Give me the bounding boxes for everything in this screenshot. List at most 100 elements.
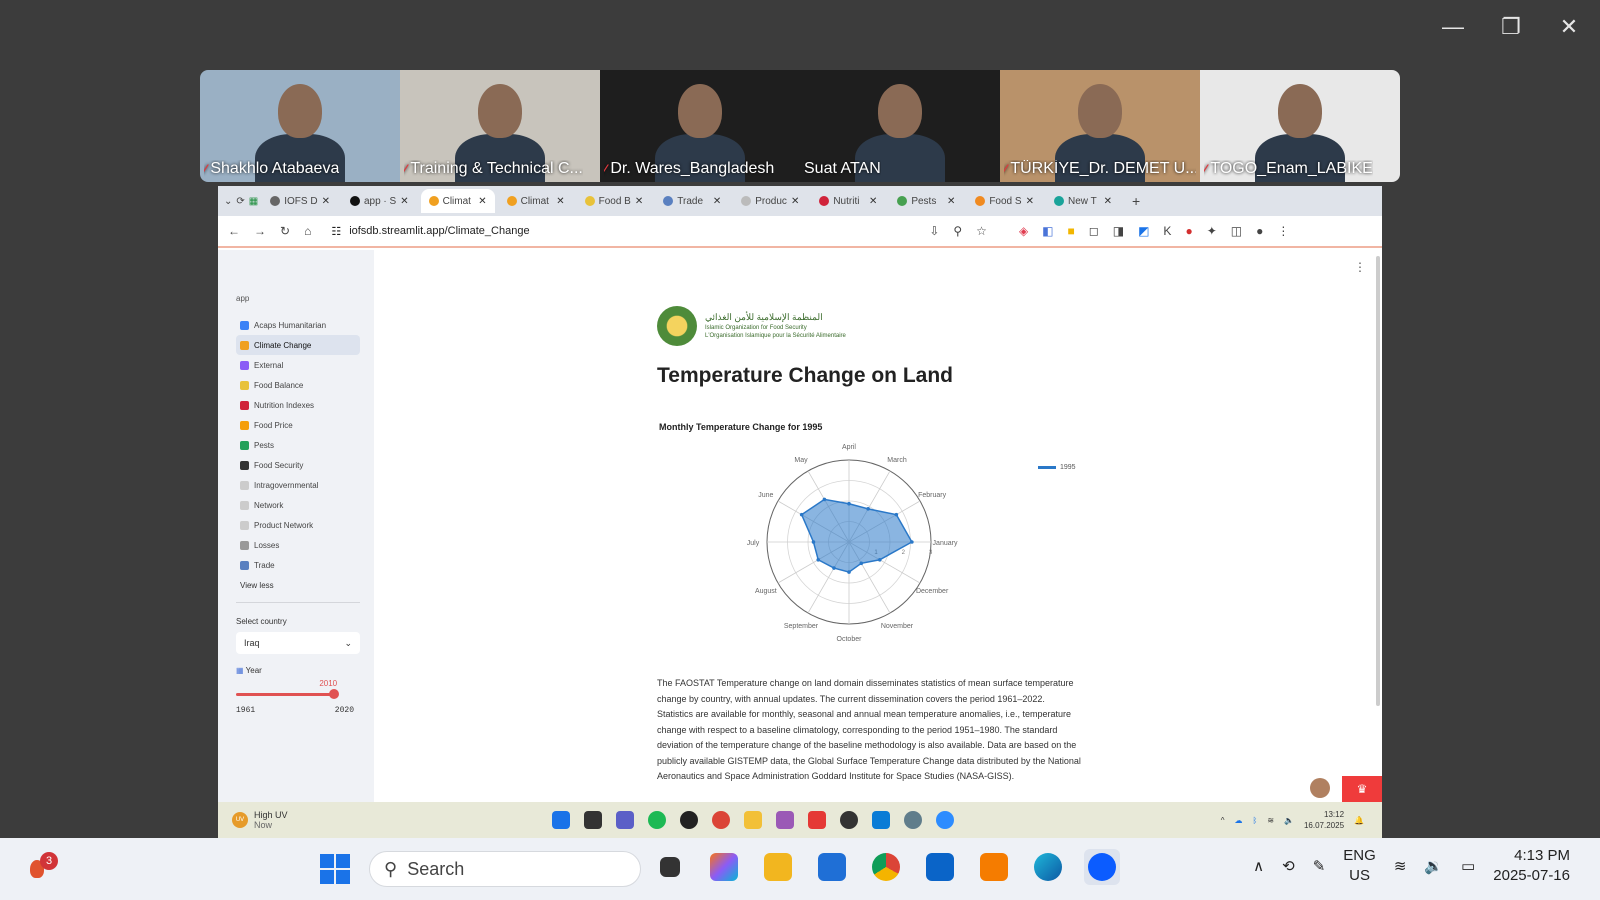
close-tab-icon[interactable]: ✕: [713, 196, 721, 207]
sidebar-item[interactable]: Intragovernmental: [236, 475, 360, 495]
close-tab-icon[interactable]: ✕: [947, 196, 955, 207]
github-icon[interactable]: [840, 811, 858, 829]
avatar[interactable]: [1310, 778, 1330, 798]
file-explorer-icon[interactable]: [760, 849, 796, 885]
sidebar-item[interactable]: External: [236, 355, 360, 375]
close-tab-icon[interactable]: ✕: [478, 196, 486, 207]
screenshot-icon[interactable]: ◫: [1231, 224, 1242, 238]
home-icon[interactable]: ⌂: [304, 224, 311, 238]
language-indicator[interactable]: ENG US: [1343, 846, 1376, 886]
browser-tab[interactable]: Climat ✕: [499, 189, 573, 213]
reader-icon[interactable]: ◨: [1113, 224, 1124, 238]
weather-widget[interactable]: UV High UV Now: [232, 810, 532, 830]
bluetooth-icon[interactable]: ᛒ: [1253, 816, 1258, 825]
explorer-icon[interactable]: [744, 811, 762, 829]
close-tab-icon[interactable]: ✕: [556, 196, 564, 207]
outlook-icon[interactable]: [922, 849, 958, 885]
taskbar-clock[interactable]: 4:13 PM 2025-07-16: [1493, 846, 1570, 886]
sidebar-item[interactable]: Pests: [236, 435, 360, 455]
browser-tab[interactable]: Trade ✕: [655, 189, 729, 213]
zoom-app-icon[interactable]: [1084, 849, 1120, 885]
edge-icon[interactable]: [1030, 849, 1066, 885]
chart-legend[interactable]: 1995: [1038, 464, 1076, 471]
scrollbar[interactable]: [1376, 256, 1380, 706]
close-tab-icon[interactable]: ✕: [400, 196, 408, 207]
zoom-small-icon[interactable]: [936, 811, 954, 829]
close-tab-icon[interactable]: ✕: [1104, 196, 1112, 207]
reload-extension-icon[interactable]: ⟳: [236, 196, 244, 207]
teams-icon[interactable]: [616, 811, 634, 829]
start-button[interactable]: [320, 854, 350, 884]
new-tab-icon[interactable]: +: [1132, 193, 1140, 209]
volume-icon[interactable]: 🔉: [1424, 857, 1443, 875]
browser-tab[interactable]: Climat ✕: [420, 189, 495, 213]
close-icon[interactable]: ✕: [1558, 14, 1580, 40]
browser-tab[interactable]: Produc ✕: [733, 189, 807, 213]
taskbar-search[interactable]: ⚲ Search: [369, 851, 641, 887]
sidebar-item[interactable]: Product Network: [236, 515, 360, 535]
pdf-icon[interactable]: [976, 849, 1012, 885]
browser-tab[interactable]: Pests ✕: [889, 189, 963, 213]
widgets-button[interactable]: 3: [26, 852, 58, 882]
notification-bell-icon[interactable]: 🔔: [1354, 816, 1364, 825]
polar-chart[interactable]: January February March April May June July Augu…: [714, 440, 1034, 650]
sidebar-item[interactable]: Nutrition Indexes: [236, 395, 360, 415]
wps-icon[interactable]: [808, 811, 826, 829]
app-icon[interactable]: [776, 811, 794, 829]
participant-tile[interactable]: Suat ATAN: [800, 70, 1000, 182]
wifi-icon[interactable]: ≋: [1394, 857, 1407, 875]
wifi-icon[interactable]: ≋: [1267, 816, 1274, 825]
close-tab-icon[interactable]: ✕: [869, 196, 877, 207]
profile-icon[interactable]: ●: [1256, 224, 1263, 238]
keep-icon[interactable]: ■: [1068, 224, 1075, 238]
spotify-icon[interactable]: [648, 811, 666, 829]
sidebar-item[interactable]: Food Balance: [236, 375, 360, 395]
site-info-icon[interactable]: ☷: [331, 225, 341, 238]
sync-icon[interactable]: ⟲: [1282, 857, 1295, 875]
lastpass-icon[interactable]: ●: [1185, 224, 1192, 238]
store-icon[interactable]: [814, 849, 850, 885]
participant-tile[interactable]: ⁄ Shakhlo Atabaeva: [200, 70, 400, 182]
settings-icon[interactable]: [904, 811, 922, 829]
chevron-up-icon[interactable]: ^: [1221, 816, 1225, 825]
sheets-icon[interactable]: ▦: [249, 196, 258, 207]
restore-icon[interactable]: ❐: [1500, 14, 1522, 40]
browser-tab[interactable]: Nutriti ✕: [811, 189, 885, 213]
forward-icon[interactable]: →: [254, 224, 266, 238]
puzzle-icon[interactable]: ✦: [1207, 224, 1217, 238]
participant-tile[interactable]: ⁄ TÜRKİYE_Dr. DEMET U...: [1000, 70, 1200, 182]
browser-tab[interactable]: Food S ✕: [967, 189, 1042, 213]
chrome-icon[interactable]: [712, 811, 730, 829]
translate-icon[interactable]: ◧: [1042, 224, 1053, 238]
sidebar-item[interactable]: Food Security: [236, 455, 360, 475]
close-tab-icon[interactable]: ✕: [322, 196, 330, 207]
sidebar-item[interactable]: Losses: [236, 535, 360, 555]
pocket-icon[interactable]: ◈: [1019, 224, 1028, 238]
more-options-icon[interactable]: ⋮: [1354, 260, 1366, 274]
close-tab-icon[interactable]: ✕: [1026, 196, 1034, 207]
participant-tile[interactable]: ⁄ Dr. Wares_Bangladesh: [600, 70, 800, 182]
participant-tile[interactable]: ⁄ Training & Technical C...: [400, 70, 600, 182]
country-select[interactable]: Iraq ⌄: [236, 632, 360, 654]
browser-tab[interactable]: IOFS D ✕: [262, 189, 338, 213]
bookmark-star-icon[interactable]: ☆: [976, 224, 987, 238]
chevron-up-icon[interactable]: ∧: [1253, 857, 1264, 875]
opera-icon[interactable]: [680, 811, 698, 829]
sidebar-item[interactable]: Network: [236, 495, 360, 515]
tab-search-icon[interactable]: ⌄: [224, 196, 232, 207]
taskview-icon[interactable]: [652, 849, 688, 885]
address-bar[interactable]: ☷ iofsdb.streamlit.app/Climate_Change: [325, 219, 916, 243]
pen-icon[interactable]: ✎: [1313, 857, 1326, 875]
sidebar-item[interactable]: Trade: [236, 555, 360, 575]
view-less-link[interactable]: View less: [236, 581, 360, 590]
copilot-icon[interactable]: [706, 849, 742, 885]
taskview-icon[interactable]: [584, 811, 602, 829]
chrome-icon[interactable]: [868, 849, 904, 885]
streamlit-crown-icon[interactable]: ♛: [1342, 776, 1382, 802]
sidebar-item[interactable]: Food Price: [236, 415, 360, 435]
vscode-icon[interactable]: [872, 811, 890, 829]
back-icon[interactable]: ←: [228, 224, 240, 238]
sidebar-item[interactable]: Acaps Humanitarian: [236, 315, 360, 335]
year-slider[interactable]: 2010: [236, 679, 340, 699]
menu-icon[interactable]: ⋮: [1277, 224, 1289, 238]
